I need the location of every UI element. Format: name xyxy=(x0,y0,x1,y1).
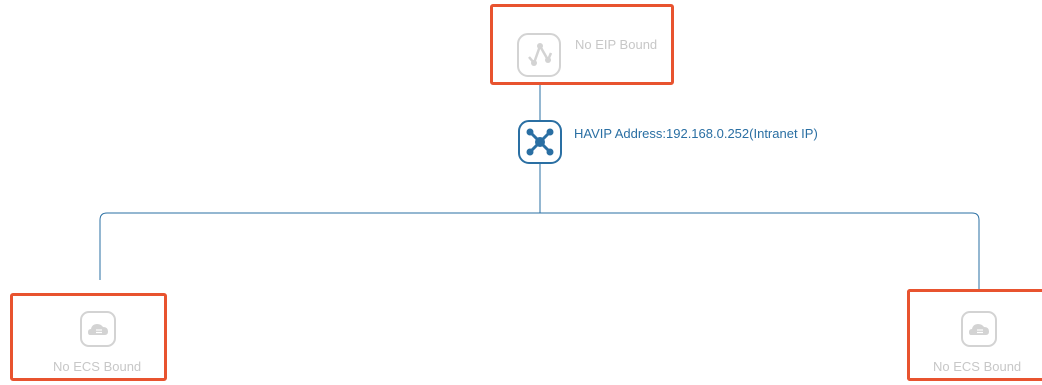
eip-icon xyxy=(517,33,561,77)
ecs-cloud-server-icon xyxy=(80,311,116,347)
ecs-node-right[interactable]: No ECS Bound xyxy=(907,289,1042,381)
havip-address-label: HAVIP Address:192.168.0.252(Intranet IP) xyxy=(574,126,818,141)
ecs-status-label: No ECS Bound xyxy=(933,359,1022,374)
ecs-cloud-server-icon xyxy=(961,311,997,347)
ecs-status-label: No ECS Bound xyxy=(53,359,142,374)
eip-node[interactable]: No EIP Bound xyxy=(490,4,674,85)
havip-network-icon[interactable] xyxy=(518,120,562,164)
connector-bus xyxy=(99,212,980,290)
ecs-node-left[interactable]: No ECS Bound xyxy=(10,293,167,381)
eip-status-label: No EIP Bound xyxy=(575,37,658,52)
